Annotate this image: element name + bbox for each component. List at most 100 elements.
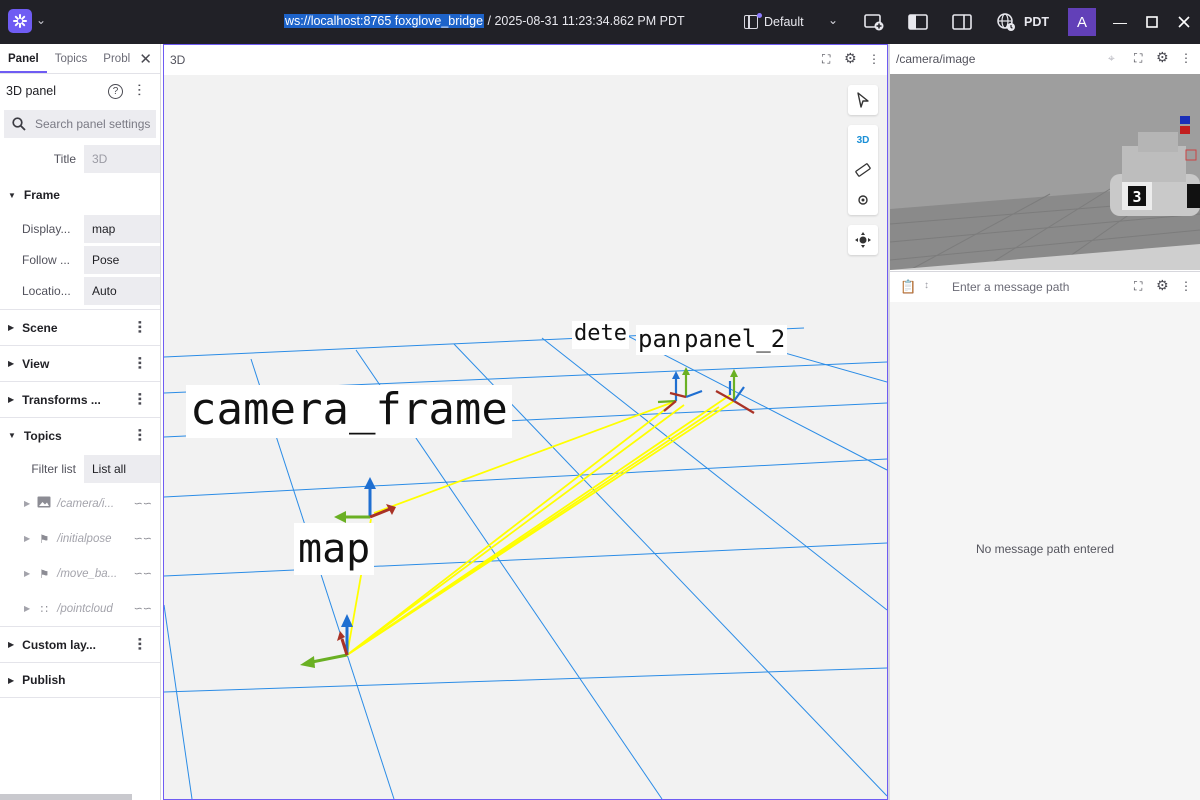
image-icon	[37, 496, 51, 511]
view-more-icon[interactable]: ⋯	[132, 356, 148, 369]
tab-panel[interactable]: Panel	[0, 53, 47, 73]
fullscreen-icon[interactable]: ⛶	[1134, 279, 1142, 294]
caret-right-icon: ▶	[8, 640, 15, 649]
layout-icon	[744, 13, 762, 29]
eye-closed-icon[interactable]: ∽∽	[134, 567, 152, 580]
caret-right-icon: ▶	[8, 323, 15, 332]
topics-more-icon[interactable]: ⋯	[132, 428, 148, 441]
eye-closed-icon[interactable]: ∽∽	[134, 602, 152, 615]
right-sidebar-toggle-icon[interactable]	[952, 12, 972, 32]
foxglove-logo-button[interactable]	[8, 9, 32, 33]
add-panel-icon[interactable]	[864, 12, 884, 32]
camera-orbit-button[interactable]	[848, 225, 878, 255]
topic-row-pointcloud[interactable]: ▶ ∷ /pointcloud ∽∽	[0, 591, 160, 626]
image-panel[interactable]: /camera/image ⌖ ⛶ ⚙ ⋮ 3	[890, 44, 1200, 272]
sort-arrows-icon[interactable]: ↕	[924, 280, 929, 291]
title-input[interactable]: 3D	[84, 144, 160, 173]
publish-label: Publish	[22, 673, 66, 687]
horizontal-scrollbar[interactable]	[0, 794, 132, 800]
eye-closed-icon[interactable]: ∽∽	[134, 532, 152, 545]
topic-row-move-base[interactable]: ▶ ⚑ /move_ba... ∽∽	[0, 556, 160, 591]
3d-panel[interactable]: 3D ⛶ ⚙ ⋮ camera_frame map dete pan panel…	[163, 44, 888, 800]
help-icon[interactable]: ?	[108, 84, 123, 99]
settings-gear-icon[interactable]: ⚙	[844, 50, 857, 67]
fullscreen-icon[interactable]: ⛶	[1134, 51, 1142, 66]
location-label: Locatio...	[22, 283, 71, 298]
camera-image-view[interactable]: 3	[890, 74, 1200, 270]
panel-more-icon[interactable]: ⋮	[1180, 51, 1192, 65]
filter-list-select[interactable]: List all	[84, 454, 160, 483]
caret-right-icon: ▶	[24, 534, 31, 543]
transforms-section-header[interactable]: ▶ Transforms ... ⋯	[0, 381, 160, 417]
tab-problems[interactable]: Probl	[95, 53, 138, 73]
3d-mode-toggle[interactable]: 3D	[848, 125, 878, 155]
globe-clock-icon[interactable]	[996, 12, 1016, 32]
select-tool-button[interactable]	[848, 85, 878, 115]
panel-more-icon[interactable]: ⋮	[868, 52, 880, 66]
frame-section-label: Frame	[23, 188, 60, 202]
layout-name: Default	[764, 15, 804, 29]
panel-settings-header: 3D panel ? ⋯	[0, 74, 160, 108]
close-window-icon[interactable]	[1174, 12, 1194, 32]
plot-panel[interactable]: 📋 ↕ Enter a message path ⛶ ⚙ ⋮ No messag…	[890, 272, 1200, 800]
custom-layers-section-header[interactable]: ▶ Custom lay... ⋯	[0, 626, 160, 662]
topic-name: /move_ba...	[57, 567, 118, 580]
more-options-icon[interactable]: ⋯	[132, 83, 148, 96]
title-label: Title	[53, 151, 76, 166]
timezone-label[interactable]: PDT	[1024, 15, 1049, 29]
3d-panel-title: 3D	[170, 53, 186, 67]
crosshair-icon[interactable]: ⌖	[1108, 51, 1115, 66]
follow-mode-label: Follow ...	[22, 252, 71, 267]
connection-source[interactable]: ws://localhost:8765 foxglove_bridge / 20…	[284, 14, 685, 28]
close-sidebar-icon[interactable]: ✕	[139, 50, 152, 68]
layout-menu-button[interactable]: Default	[744, 10, 804, 34]
scene-more-icon[interactable]: ⋯	[132, 320, 148, 333]
panel-more-icon[interactable]: ⋮	[1180, 279, 1192, 293]
message-path-input[interactable]: Enter a message path	[952, 280, 1069, 294]
scene-section-header[interactable]: ▶ Scene ⋯	[0, 309, 160, 345]
follow-mode-select[interactable]: Pose	[84, 245, 160, 274]
user-avatar[interactable]: A	[1068, 8, 1096, 36]
layout-chevron-down-icon[interactable]: ⌄	[828, 13, 838, 27]
clipboard-icon[interactable]: 📋	[900, 279, 916, 295]
minimize-icon[interactable]: —	[1110, 12, 1130, 32]
publish-point-icon[interactable]	[848, 185, 878, 215]
location-select[interactable]: Auto	[84, 276, 160, 305]
flag-icon: ⚑	[39, 568, 50, 581]
view-section-header[interactable]: ▶ View ⋯	[0, 345, 160, 381]
frame-section-header[interactable]: ▼ Frame	[0, 177, 160, 213]
location-row: Locatio... Auto	[0, 275, 160, 306]
display-frame-label: Display...	[22, 221, 71, 236]
follow-mode-row: Follow ... Pose	[0, 244, 160, 275]
topic-row-camera-image[interactable]: ▶ /camera/i... ∽∽	[0, 486, 160, 521]
custom-layers-more-icon[interactable]: ⋯	[132, 637, 148, 650]
3d-panel-header: 3D ⛶ ⚙ ⋮	[164, 45, 887, 75]
topic-name: /camera/i...	[57, 497, 115, 510]
settings-gear-icon[interactable]: ⚙	[1156, 277, 1169, 294]
fullscreen-icon[interactable]: ⛶	[822, 52, 830, 67]
display-frame-select[interactable]: map	[84, 214, 160, 243]
topics-section-header[interactable]: ▼ Topics ⋯	[0, 417, 160, 453]
frame-label-camera-frame: camera_frame	[186, 385, 512, 438]
filter-list-row: Filter list List all	[0, 453, 160, 484]
cursor-arrow-icon	[848, 85, 878, 115]
tab-topics[interactable]: Topics	[47, 53, 96, 73]
image-topic-title[interactable]: /camera/image	[896, 52, 975, 66]
frame-label-detection: dete	[572, 321, 629, 349]
maximize-icon[interactable]	[1142, 12, 1162, 32]
topic-row-initialpose[interactable]: ▶ ⚑ /initialpose ∽∽	[0, 521, 160, 556]
publish-section-header[interactable]: ▶ Publish	[0, 662, 160, 698]
left-sidebar-toggle-icon[interactable]	[908, 12, 928, 32]
image-panel-header: /camera/image ⌖ ⛶ ⚙ ⋮	[890, 44, 1200, 74]
eye-closed-icon[interactable]: ∽∽	[134, 497, 152, 510]
chevron-down-icon[interactable]: ⌄	[36, 13, 46, 27]
search-panel-settings-input[interactable]: Search panel settings	[4, 110, 156, 138]
connection-timestamp: / 2025-08-31 11:23:34.862 PM PDT	[484, 14, 685, 28]
transforms-more-icon[interactable]: ⋯	[132, 392, 148, 405]
title-field-row: Title 3D	[0, 143, 160, 174]
display-frame-row: Display... map	[0, 213, 160, 244]
custom-layers-label: Custom lay...	[22, 637, 96, 652]
ruler-icon[interactable]	[848, 155, 878, 185]
caret-down-icon: ▼	[8, 190, 16, 200]
settings-gear-icon[interactable]: ⚙	[1156, 49, 1169, 66]
